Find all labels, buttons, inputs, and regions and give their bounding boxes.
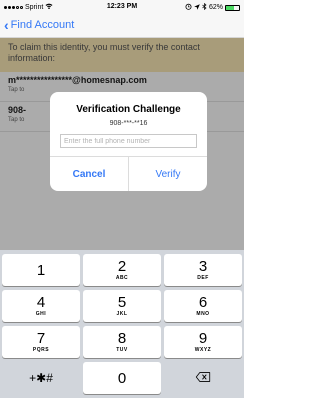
key-5[interactable]: 5 JKL: [83, 290, 161, 322]
key-7[interactable]: 7 PQRS: [2, 326, 80, 358]
key-digit: 9: [198, 330, 208, 347]
location-icon: [194, 3, 200, 12]
key-letters: JKL: [116, 311, 128, 317]
key-9[interactable]: 9 WXYZ: [164, 326, 242, 358]
key-digit: 1: [36, 261, 46, 279]
battery-level: [226, 5, 235, 10]
key-letters: PQRS: [32, 347, 50, 353]
status-bar: Sprint 12:23 PM 62%: [0, 0, 244, 14]
key-letters: DEF: [197, 275, 209, 281]
key-1[interactable]: 1: [2, 254, 80, 286]
key-letters: GHI: [35, 311, 47, 317]
verification-dialog: Verification Challenge 908-***-**16 Canc…: [50, 92, 207, 191]
bluetooth-icon: [202, 2, 207, 12]
key-3[interactable]: 3 DEF: [164, 254, 242, 286]
key-4[interactable]: 4 GHI: [2, 290, 80, 322]
cancel-button[interactable]: Cancel: [50, 157, 129, 191]
status-indicators: 62%: [185, 2, 240, 12]
verify-button[interactable]: Verify: [129, 157, 207, 191]
back-button-label: Find Account: [10, 19, 75, 31]
key-digit: 2: [117, 258, 127, 275]
key-0[interactable]: 0: [83, 362, 161, 394]
navigation-bar: ‹ Find Account: [0, 14, 244, 38]
key-digit: 5: [117, 294, 127, 311]
key-6[interactable]: 6 MNO: [164, 290, 242, 322]
key-letters: ABC: [115, 275, 129, 281]
symbols-key-label: +✱#: [29, 371, 53, 385]
key-digit: 3: [198, 258, 208, 275]
dialog-title: Verification Challenge: [76, 104, 181, 115]
key-letters: MNO: [196, 311, 210, 317]
dialog-masked-phone: 908-***-**16: [109, 120, 148, 127]
key-letters: TUV: [116, 347, 128, 353]
battery-percentage: 62%: [208, 4, 223, 11]
phone-number-input[interactable]: [60, 134, 197, 148]
key-digit: 7: [36, 330, 46, 347]
key-letters: WXYZ: [194, 347, 212, 353]
symbols-key[interactable]: +✱#: [2, 362, 80, 394]
numeric-keypad: 1 2 ABC 3 DEF 4 GHI 5 JKL 6 MNO 7 PQRS 8…: [0, 250, 244, 398]
backspace-icon: [195, 369, 211, 387]
alarm-icon: [185, 3, 192, 12]
chevron-left-icon: ‹: [4, 17, 9, 33]
back-button[interactable]: ‹ Find Account: [4, 17, 75, 33]
key-digit: 8: [117, 330, 127, 347]
dialog-buttons: Cancel Verify: [50, 156, 207, 191]
key-digit: 4: [36, 294, 46, 311]
key-2[interactable]: 2 ABC: [83, 254, 161, 286]
delete-key[interactable]: [164, 362, 242, 394]
key-digit: 6: [198, 294, 208, 311]
key-8[interactable]: 8 TUV: [83, 326, 161, 358]
battery-icon: [225, 4, 240, 11]
key-digit: 0: [117, 369, 127, 387]
